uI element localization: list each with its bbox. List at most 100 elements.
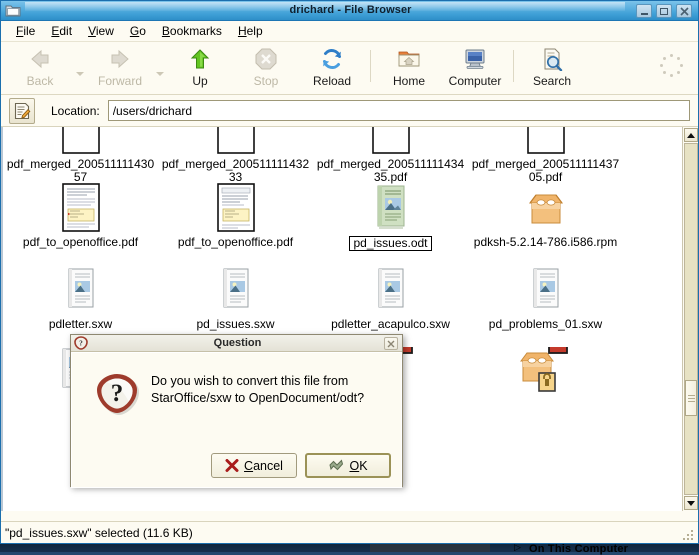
scrollbar-thumb[interactable] xyxy=(685,380,697,416)
reload-icon xyxy=(320,46,344,72)
toolbar-reload-button[interactable]: Reload xyxy=(299,42,365,92)
toolbar: Back Forward Up Stop Reload Home Compute… xyxy=(1,42,698,95)
close-button[interactable] xyxy=(676,4,692,18)
toolbar-forward-button[interactable]: Forward xyxy=(87,42,153,92)
blank-document-icon xyxy=(524,127,568,155)
file-item[interactable]: pdletter_acapulco.sxw xyxy=(313,265,468,345)
toolbar-separator xyxy=(370,50,371,82)
resize-grip[interactable] xyxy=(683,528,695,540)
menubar: File Edit View Go Bookmarks Help xyxy=(1,21,698,42)
rpm-package-icon xyxy=(522,185,570,233)
vertical-scrollbar[interactable] xyxy=(682,127,698,511)
scroll-down-button[interactable] xyxy=(684,496,698,510)
file-item[interactable]: pdf_merged_20051111143705.pdf xyxy=(468,127,623,184)
ok-button[interactable]: OK xyxy=(305,453,391,478)
pdf-preview-icon xyxy=(216,183,256,233)
file-row: pdf_merged_20051111143057 pdf_merged_200… xyxy=(3,127,682,184)
file-item[interactable]: pdksh-5.2.14-786.i586.rpm xyxy=(468,183,623,265)
home-folder-icon xyxy=(397,46,421,72)
stop-icon xyxy=(254,46,278,72)
dialog-message: Do you wish to convert this file from St… xyxy=(151,374,365,405)
toolbar-home-button[interactable]: Home xyxy=(376,42,442,92)
edit-location-icon[interactable] xyxy=(9,97,35,124)
file-name: pd_issues.sxw xyxy=(196,317,275,331)
x-mark-icon xyxy=(225,458,239,472)
file-name: pdf_merged_20051111143705.pdf xyxy=(471,157,620,184)
menu-file[interactable]: File xyxy=(8,22,43,40)
file-row: pdf_to_openoffice.pdf pdf_to_openoffice.… xyxy=(3,183,682,265)
arrow-up-icon xyxy=(188,46,212,72)
chevron-down-icon xyxy=(76,72,84,76)
toolbar-search-label: Search xyxy=(532,74,572,88)
blank-document-icon xyxy=(214,127,258,155)
triangle-up-icon xyxy=(687,132,695,138)
spinner-icon xyxy=(660,54,684,78)
file-name: pdf_to_openoffice.pdf xyxy=(22,235,139,249)
minimize-button[interactable] xyxy=(636,4,652,18)
file-item[interactable]: pd_issues.sxw xyxy=(158,265,313,345)
toolbar-reload-label: Reload xyxy=(312,74,352,88)
minimize-icon xyxy=(640,12,648,15)
file-item[interactable]: pdf_merged_20051111143233 xyxy=(158,127,313,184)
file-name: pdf_merged_20051111143057 xyxy=(6,157,155,184)
cancel-button[interactable]: Cancel xyxy=(211,453,297,478)
odt-document-icon xyxy=(371,185,411,233)
location-input[interactable] xyxy=(107,100,690,121)
scroll-up-button[interactable] xyxy=(684,128,698,142)
check-apply-icon xyxy=(329,459,344,470)
file-item[interactable]: pdletter.sxw xyxy=(3,265,158,345)
question-shield-icon: ? xyxy=(94,371,140,417)
blank-document-icon xyxy=(369,127,413,155)
toolbar-search-button[interactable]: Search xyxy=(519,42,585,92)
scrollbar-track[interactable] xyxy=(684,143,698,495)
search-icon xyxy=(540,46,564,72)
window-title: drichard - File Browser xyxy=(289,4,412,16)
file-item[interactable] xyxy=(468,345,623,423)
dialog-body: ? Do you wish to convert this file from … xyxy=(71,352,402,488)
desktop-section-label: On This Computer xyxy=(529,543,629,555)
menu-go[interactable]: Go xyxy=(122,22,154,40)
file-name: pdletter.sxw xyxy=(48,317,113,331)
forward-history-dropdown[interactable] xyxy=(153,42,167,92)
toolbar-computer-button[interactable]: Computer xyxy=(442,42,508,92)
file-name: pd_problems_01.sxw xyxy=(488,317,603,331)
menu-bookmarks[interactable]: Bookmarks xyxy=(154,22,230,40)
file-item[interactable]: pd_problems_01.sxw xyxy=(468,265,623,345)
file-item[interactable]: pdf_to_openoffice.pdf xyxy=(3,183,158,265)
menu-help[interactable]: Help xyxy=(230,22,271,40)
dialog-title: Question xyxy=(213,337,262,349)
dialog-button-row: Cancel OK xyxy=(211,453,391,478)
toolbar-stop-button[interactable]: Stop xyxy=(233,42,299,92)
file-name: pdf_to_openoffice.pdf xyxy=(177,235,294,249)
dialog-titlebar[interactable]: ? Question xyxy=(71,335,402,352)
menu-view[interactable]: View xyxy=(80,22,122,40)
status-text: "pd_issues.sxw" selected (11.6 KB) xyxy=(5,525,193,540)
window-titlebar[interactable]: drichard - File Browser xyxy=(1,1,698,21)
file-name: pd_issues.odt xyxy=(349,236,432,251)
location-bar: Location: xyxy=(1,95,698,127)
menu-edit[interactable]: Edit xyxy=(43,22,80,40)
toolbar-back-label: Back xyxy=(26,74,54,88)
sxw-document-icon xyxy=(371,267,411,315)
menu-file-label: ile xyxy=(23,24,36,38)
file-item[interactable]: pdf_merged_20051111143057 xyxy=(3,127,158,184)
toolbar-up-button[interactable]: Up xyxy=(167,42,233,92)
dialog-close-button[interactable] xyxy=(384,337,398,350)
ok-label: OK xyxy=(349,458,368,473)
chevron-down-icon xyxy=(156,72,164,76)
svg-text:?: ? xyxy=(111,380,124,407)
maximize-button[interactable] xyxy=(656,4,672,18)
close-icon xyxy=(387,340,395,347)
sxw-document-icon xyxy=(61,267,101,315)
toolbar-computer-label: Computer xyxy=(448,74,502,88)
file-item[interactable]: pd_issues.odt xyxy=(313,183,468,265)
toolbar-back-button[interactable]: Back xyxy=(7,42,73,92)
rpm-package-locked-icon xyxy=(517,347,575,395)
file-item[interactable]: pdf_to_openoffice.pdf xyxy=(158,183,313,265)
toolbar-separator-2 xyxy=(513,50,514,82)
maximize-icon xyxy=(660,7,668,15)
question-dialog: ? Question ? Do you wish to convert this… xyxy=(70,334,403,488)
file-name: pdksh-5.2.14-786.i586.rpm xyxy=(473,235,618,249)
back-history-dropdown[interactable] xyxy=(73,42,87,92)
file-item[interactable]: pdf_merged_20051111143435.pdf xyxy=(313,127,468,184)
